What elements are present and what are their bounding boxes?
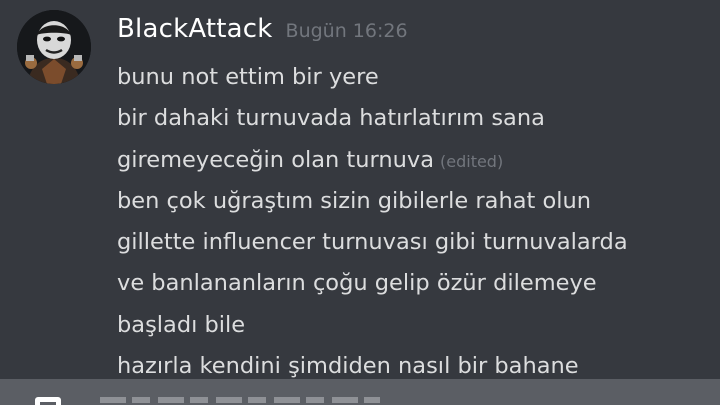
user-avatar[interactable] [17, 10, 91, 84]
message-line: bunu not ettim bir yere [117, 57, 717, 98]
message-line-text: gillette influencer turnuvası gibi turnu… [117, 229, 628, 256]
avatar-image [17, 10, 91, 84]
message-lines: bunu not ettim bir yere bir dahaki turnu… [117, 57, 717, 387]
message-line: giremeyeceğin olan turnuva (edited) [117, 140, 717, 181]
message-line-text: giremeyeceğin olan turnuva [117, 146, 434, 173]
message-line-text: ve banlananların çoğu gelip özür dilemey… [117, 270, 597, 297]
composer-placeholder-fragment [100, 397, 380, 403]
message-timestamp: Bugün 16:26 [285, 20, 408, 42]
edited-label: (edited) [440, 151, 504, 171]
message-line-text: ben çok uğraştım sizin gibilerle rahat o… [117, 187, 592, 214]
message-line: başladı bile [117, 305, 717, 346]
message-line-text: bunu not ettim bir yere [117, 64, 379, 90]
message-group: BlackAttack Bugün 16:26 bunu not ettim b… [0, 0, 720, 380]
message-line: bir dahaki turnuvada hatırlatırım sana [117, 98, 717, 139]
message-line: gillette influencer turnuvası gibi turnu… [117, 222, 717, 263]
message-line-text: hazırla kendini şimdiden nasıl bir bahan… [117, 353, 579, 380]
message-line-text: başladı bile [117, 311, 246, 338]
attach-icon[interactable] [35, 397, 61, 405]
message-header: BlackAttack Bugün 16:26 [117, 14, 408, 54]
message-line: ve banlananların çoğu gelip özür dilemey… [117, 263, 717, 304]
message-composer[interactable] [0, 379, 720, 405]
username[interactable]: BlackAttack [117, 14, 273, 44]
composer-input-area[interactable] [100, 395, 380, 405]
message-line-text: bir dahaki turnuvada hatırlatırım sana [117, 105, 545, 132]
message-line: ben çok uğraştım sizin gibilerle rahat o… [117, 181, 717, 222]
chat-view: BlackAttack Bugün 16:26 bunu not ettim b… [0, 0, 720, 405]
